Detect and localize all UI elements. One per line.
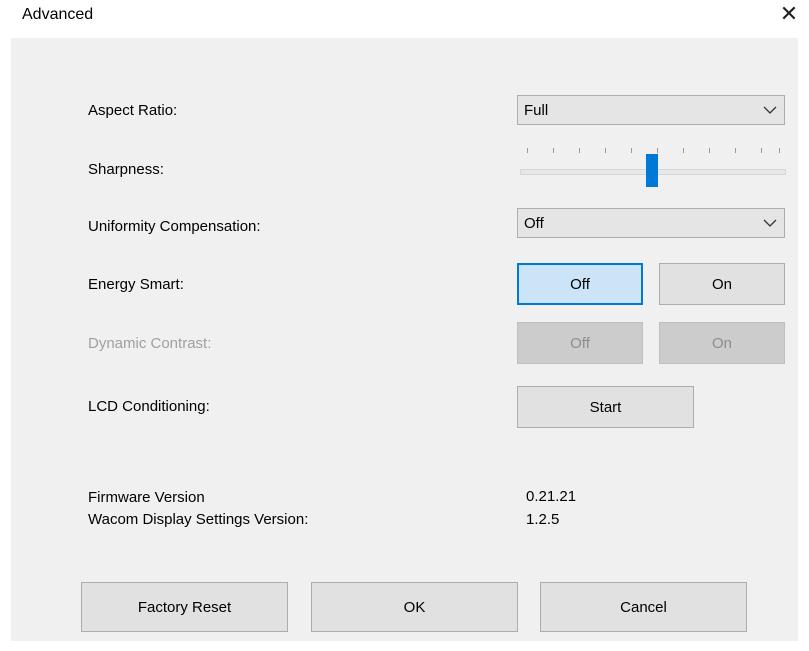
slider-thumb[interactable]: [646, 154, 658, 187]
uniformity-label: Uniformity Compensation:: [88, 218, 261, 235]
dynamic-contrast-label: Dynamic Contrast:: [88, 335, 212, 352]
chevron-down-icon: [763, 106, 777, 114]
aspect-ratio-value: Full: [524, 102, 549, 119]
uniformity-value: Off: [524, 215, 544, 232]
slider-tick: [579, 148, 580, 153]
slider-tick: [605, 148, 606, 153]
slider-tick: [527, 148, 528, 153]
slider-tick: [683, 148, 684, 153]
window-title: Advanced: [22, 6, 94, 23]
slider-tick: [761, 148, 762, 153]
slider-tick: [631, 148, 632, 153]
sharpness-label: Sharpness:: [88, 161, 164, 178]
lcd-conditioning-label: LCD Conditioning:: [88, 398, 210, 415]
sharpness-slider[interactable]: [517, 145, 787, 190]
cancel-button[interactable]: Cancel: [540, 582, 747, 632]
ok-button[interactable]: OK: [311, 582, 518, 632]
uniformity-select[interactable]: Off: [517, 208, 785, 238]
lcd-conditioning-start-button[interactable]: Start: [517, 386, 694, 428]
slider-tick: [657, 148, 658, 153]
dynamic-contrast-off-button: Off: [517, 322, 643, 364]
slider-tick: [553, 148, 554, 153]
slider-tick: [709, 148, 710, 153]
energy-smart-on-button[interactable]: On: [659, 263, 785, 305]
aspect-ratio-select[interactable]: Full: [517, 95, 785, 125]
energy-smart-label: Energy Smart:: [88, 276, 184, 293]
slider-tick: [735, 148, 736, 153]
chevron-down-icon: [763, 219, 777, 227]
energy-smart-off-button[interactable]: Off: [517, 263, 643, 305]
title-bar: Advanced ✕: [0, 0, 809, 36]
close-icon[interactable]: ✕: [775, 2, 803, 28]
settings-version-value: 1.2.5: [526, 511, 560, 528]
settings-version-label: Wacom Display Settings Version:: [88, 511, 309, 528]
dynamic-contrast-on-button: On: [659, 322, 785, 364]
factory-reset-button[interactable]: Factory Reset: [81, 582, 288, 632]
firmware-version-value: 0.21.21: [526, 488, 577, 505]
aspect-ratio-label: Aspect Ratio:: [88, 102, 178, 119]
slider-tick: [779, 148, 780, 153]
firmware-version-label: Firmware Version: [88, 489, 205, 506]
